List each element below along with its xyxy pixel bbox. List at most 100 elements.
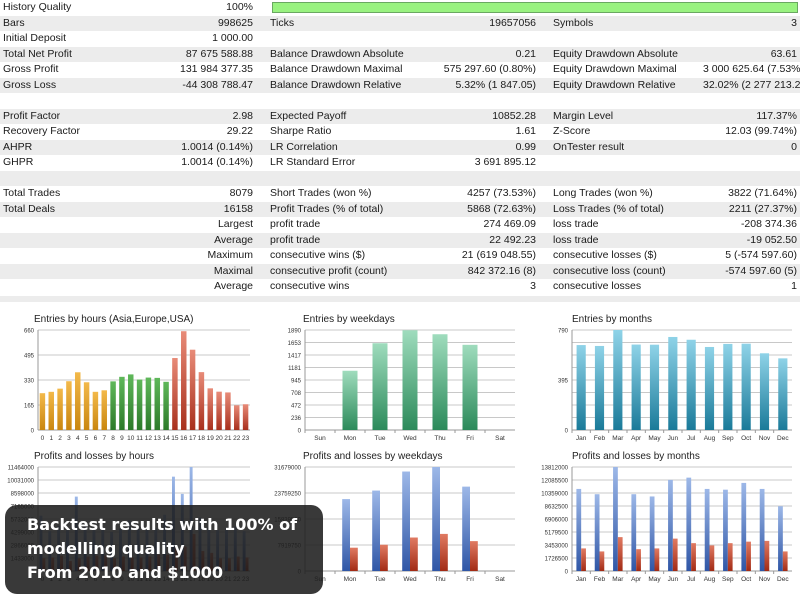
total-trades-value: 8079 [229,187,253,199]
lr-correlation-label: LR Correlation [270,140,338,153]
bar-3 [66,381,72,430]
y-tick-label: 10031000 [7,479,34,485]
y-tick-label: 395 [558,379,569,385]
x-tick-label: Jul [687,435,696,442]
maximum-profit-label: consecutive wins ($) [270,249,366,261]
bar-7 [101,390,107,430]
bar-1 [48,391,54,430]
balance-dd-max-label: Balance Drawdown Maximal [270,63,403,75]
ghpr-label: GHPR [3,156,34,168]
bar-loss-May [654,548,660,571]
row-total-deals: Total Deals 16158 Profit Trades (% of to… [0,201,800,217]
bar-profit-Thu [432,467,440,571]
x-tick-label: Sep [722,435,734,442]
y-tick-label: 5179500 [545,531,569,537]
z-score-label: Z-Score [553,125,591,137]
bar-Mar [613,330,623,430]
y-tick-label: 660 [24,329,35,335]
x-tick-label: Tue [375,435,386,442]
bar-Jan [576,345,586,430]
y-tick-label: 10359000 [541,492,568,498]
x-tick-label: 22 [233,435,241,442]
chart-title: Entries by months [572,314,652,325]
y-tick-label: 23759250 [274,492,301,498]
bar-Feb [594,345,605,430]
x-tick-label: Wed [403,435,417,442]
x-tick-label: 6 [94,435,98,442]
y-tick-label: 6906000 [545,518,569,524]
y-tick-label: 1890 [288,329,302,335]
bar-Jul [686,339,696,430]
equity-dd-rel-value: 32.02% (2 277 213.25) [703,78,800,91]
x-tick-label: Sun [314,435,326,442]
bar-loss-Dec [782,551,788,571]
initial-deposit-label: Initial Deposit [3,32,67,44]
bar-May [649,344,660,430]
lr-correlation-value: 0.99 [515,140,536,153]
x-tick-label: 2 [58,435,62,442]
average-loss-value: -19 052.50 [746,233,797,246]
equity-dd-rel-label: Equity Drawdown Relative [553,78,676,91]
y-tick-label: 0 [565,570,569,576]
y-tick-label: 790 [558,329,569,335]
bar-profit-Fri [462,486,470,571]
bar-loss-Sep [727,543,733,571]
initial-deposit-value: 1 000.00 [212,32,253,44]
symbols-label: Symbols [553,16,594,29]
maximum-loss-label: consecutive losses ($) [553,249,657,261]
row-ahpr: AHPR 1.0014 (0.14%) LR Correlation 0.99 … [0,139,800,155]
x-tick-label: 3 [67,435,71,442]
profit-factor-value: 2.98 [232,109,253,122]
x-tick-label: 4 [76,435,80,442]
x-tick-label: Feb [594,435,606,442]
bar-Wed [402,330,418,430]
bar-0 [39,393,46,430]
x-tick-label: Apr [631,435,642,442]
bar-15 [172,358,178,430]
chart-title: Entries by weekdays [303,314,395,325]
average-prefix: Average [214,233,253,246]
bar-Dec [778,358,788,430]
x-tick-label: Dec [777,435,789,442]
x-tick-label: 13 [154,435,162,442]
y-tick-label: 3453000 [545,544,569,550]
bar-loss-Jul [691,543,696,571]
ontester-value: 0 [791,140,797,153]
row-initial-deposit: Initial Deposit 1 000.00 [0,31,800,47]
bar-Apr [631,344,641,430]
x-tick-label: 23 [242,435,250,442]
x-tick-label: Dec [777,576,789,583]
equity-dd-max-label: Equity Drawdown Maximal [553,63,677,75]
profit-factor-label: Profit Factor [3,109,61,122]
y-tick-label: 708 [291,391,302,397]
chart-title: Profits and losses by months [572,451,700,462]
x-tick-label: 12 [145,435,153,442]
caption-line-3: From 2010 and $1000 [27,563,224,582]
bar-19 [207,388,213,430]
x-tick-label: 5 [85,435,89,442]
chart-title: Profits and losses by hours [34,451,154,462]
x-tick-label: Jan [576,576,587,583]
row-gross-loss: Gross Loss -44 308 788.47 Balance Drawdo… [0,77,800,93]
row-ghpr: GHPR 1.0014 (0.14%) LR Standard Error 3 … [0,155,800,171]
row-recovery-factor: Recovery Factor 29.22 Sharpe Ratio 1.61 … [0,124,800,140]
equity-dd-max-value: 3 000 625.64 (7.53%) [703,63,800,75]
row-average: Average profit trade 22 492.23 loss trad… [0,232,800,248]
bar-profit-Jan [576,488,582,571]
x-tick-label: 17 [189,435,197,442]
lr-std-error-label: LR Standard Error [270,156,356,168]
bar-loss-Thu [440,533,448,571]
row-profit-factor: Profit Factor 2.98 Expected Payoff 10852… [0,108,800,124]
x-tick-label: Sep [722,576,734,583]
row-average-consecutive: Average consecutive wins 3 consecutive l… [0,279,800,295]
caption-line-2: modelling quality [27,539,185,558]
bar-profit-Apr [631,494,637,571]
history-quality-label: History Quality [3,1,72,13]
bar-11 [136,379,143,430]
x-tick-label: 16 [180,435,188,442]
chart-title: Profits and losses by weekdays [303,451,443,462]
bar-profit-Aug [704,488,710,571]
bar-loss-Apr [636,549,641,571]
x-tick-label: 1 [49,435,53,442]
